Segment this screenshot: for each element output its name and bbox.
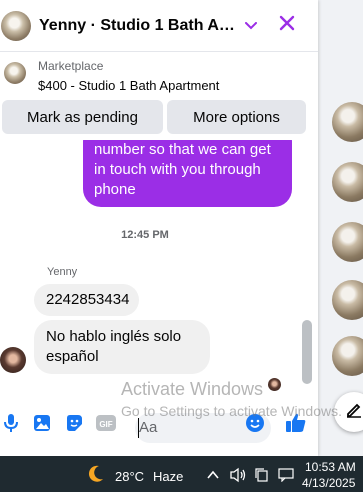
message-list: number so that we can get in touch with … — [0, 140, 318, 400]
voice-clip-button[interactable] — [0, 413, 22, 438]
clock-time[interactable]: 10:53 AM — [305, 460, 356, 474]
activation-watermark-title: Activate Windows — [121, 379, 264, 399]
attach-photo-button[interactable] — [31, 414, 53, 436]
options-button[interactable] — [239, 14, 263, 38]
listing-title: $400 - Studio 1 Bath Apartment — [38, 78, 220, 93]
clock-date[interactable]: 4/13/2025 — [302, 476, 355, 490]
weather-temperature[interactable]: 28°C — [115, 469, 144, 484]
chat-title[interactable]: Yenny · Studio 1 Bath Apar… — [39, 17, 235, 35]
moon-icon — [88, 465, 104, 488]
weather-condition[interactable]: Haze — [153, 469, 183, 484]
volume-icon[interactable] — [229, 467, 247, 488]
read-receipt-avatar — [268, 378, 281, 391]
copy-icon[interactable] — [254, 467, 270, 488]
message-timestamp: 12:45 PM — [121, 229, 169, 241]
marketplace-label: Marketplace — [38, 59, 104, 73]
incoming-message: No hablo inglés solo español — [34, 320, 210, 374]
message-scrollbar[interactable] — [300, 140, 314, 398]
sticker-button[interactable] — [63, 414, 85, 436]
sender-name: Yenny — [47, 266, 78, 278]
sticker-icon — [64, 413, 84, 438]
outgoing-message: number so that we can get in touch with … — [83, 140, 292, 207]
gif-button[interactable]: GIF — [95, 414, 117, 436]
more-options-button[interactable]: More options — [167, 100, 306, 134]
mic-icon — [4, 413, 18, 438]
marketplace-listing[interactable]: Marketplace $400 - Studio 1 Bath Apartme… — [0, 56, 318, 96]
close-icon — [279, 15, 295, 36]
svg-text:GIF: GIF — [99, 420, 112, 429]
incoming-message: 2242853434 — [34, 284, 139, 316]
edit-icon — [345, 401, 363, 424]
chevron-down-icon — [245, 17, 257, 35]
text-caret — [138, 418, 139, 438]
chat-header: Yenny · Studio 1 Bath Apar… — [0, 0, 318, 52]
taskbar: 28°C Haze 10:53 AM 4/13/2025 — [0, 456, 363, 492]
avatar[interactable] — [1, 10, 31, 41]
mark-as-pending-button[interactable]: Mark as pending — [2, 100, 163, 134]
scroll-thumb[interactable] — [302, 320, 312, 384]
gif-icon: GIF — [95, 414, 117, 437]
photo-icon — [32, 413, 52, 438]
caret-up-icon[interactable] — [206, 468, 220, 486]
avatar — [0, 347, 26, 373]
listing-thumbnail — [4, 62, 26, 84]
close-button[interactable] — [275, 14, 299, 38]
chat-icon[interactable] — [278, 468, 294, 487]
activation-watermark-subtitle: Go to Settings to activate Windows. — [121, 403, 342, 419]
